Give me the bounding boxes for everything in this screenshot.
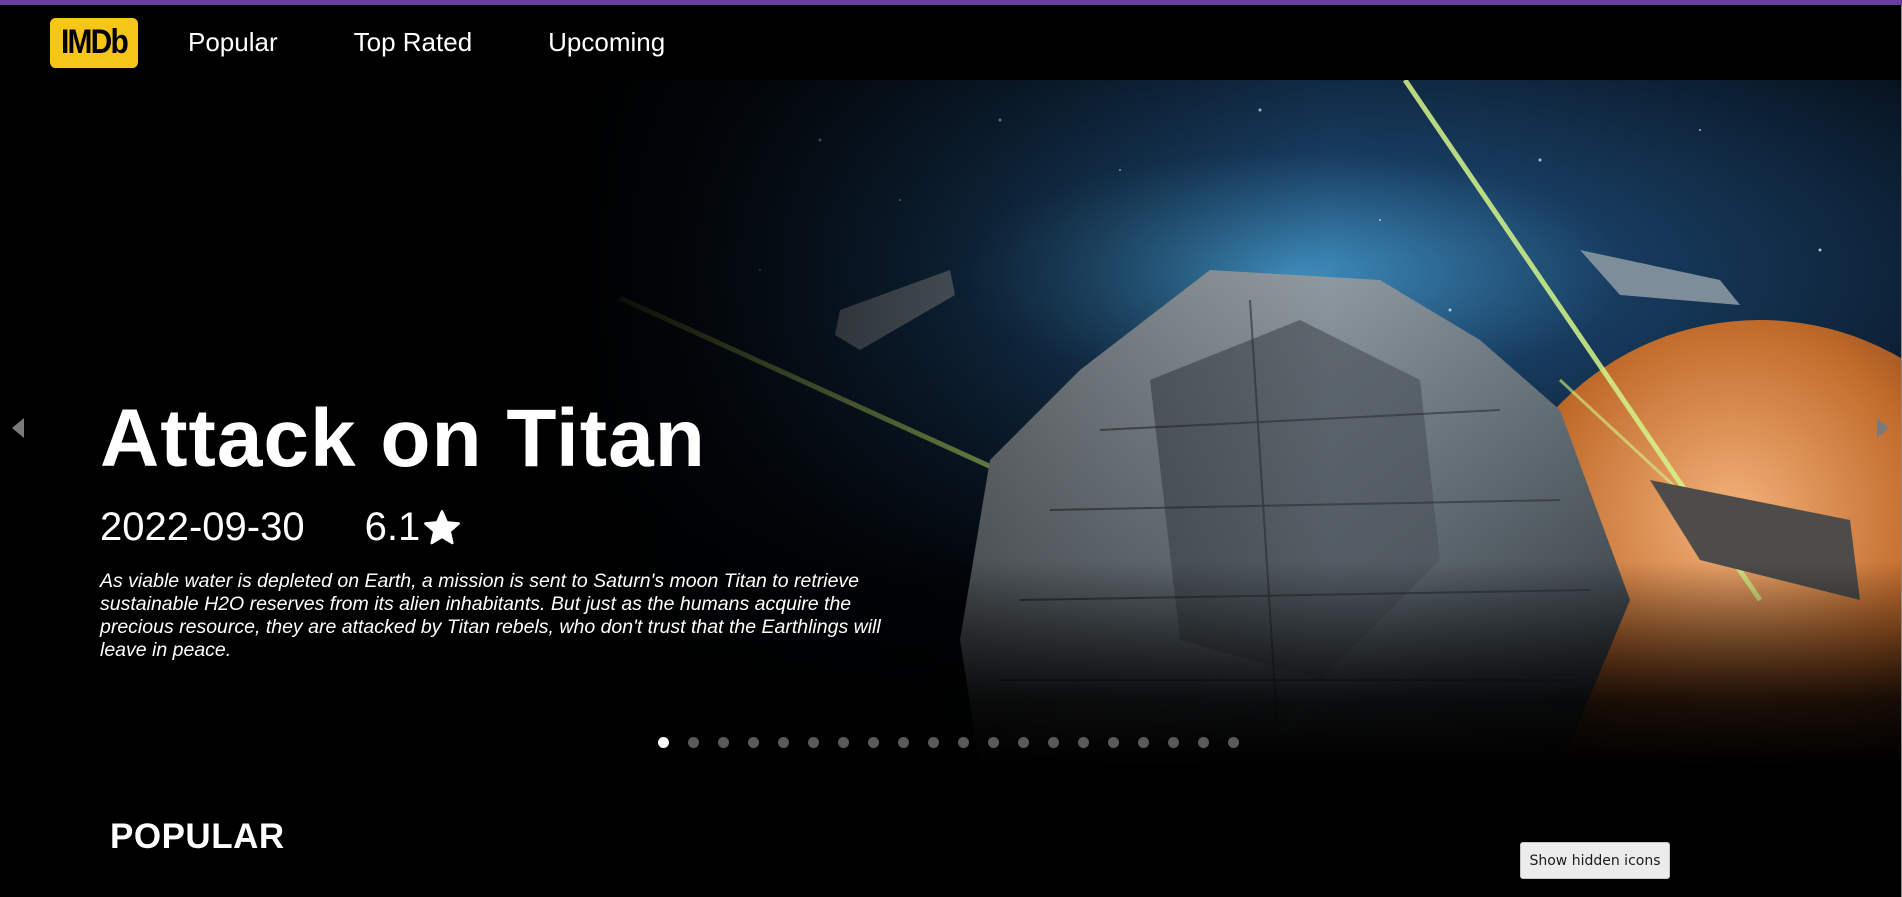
- carousel-dot[interactable]: [1168, 737, 1179, 748]
- carousel-dot[interactable]: [778, 737, 789, 748]
- nav-popular[interactable]: Popular: [188, 27, 278, 58]
- carousel-dot[interactable]: [1108, 737, 1119, 748]
- movie-title: Attack on Titan: [100, 393, 706, 484]
- carousel-dot[interactable]: [748, 737, 759, 748]
- carousel-dot[interactable]: [1048, 737, 1059, 748]
- carousel-dot[interactable]: [898, 737, 909, 748]
- movie-rating: 6.1: [365, 505, 463, 550]
- carousel-dot[interactable]: [1138, 737, 1149, 748]
- nav-upcoming[interactable]: Upcoming: [548, 27, 665, 58]
- star-icon: [424, 509, 461, 544]
- carousel-dot[interactable]: [838, 737, 849, 748]
- site-header: IMDb Popular Top Rated Upcoming: [0, 5, 1901, 80]
- carousel-dot[interactable]: [958, 737, 969, 748]
- movie-overview: As viable water is depleted on Earth, a …: [100, 570, 881, 661]
- carousel-dot[interactable]: [1078, 737, 1089, 748]
- section-title-popular: POPULAR: [110, 817, 285, 856]
- carousel-dot[interactable]: [808, 737, 819, 748]
- carousel-dot[interactable]: [988, 737, 999, 748]
- rating-value: 6.1: [364, 505, 421, 549]
- hero-carousel[interactable]: Attack on Titan 2022-09-30 6.1 As viable…: [0, 80, 1901, 768]
- carousel-indicators: [658, 737, 1258, 748]
- imdb-logo[interactable]: IMDb: [50, 17, 138, 68]
- carousel-dot[interactable]: [1228, 737, 1239, 748]
- carousel-dot[interactable]: [688, 737, 699, 748]
- carousel-next-arrow[interactable]: [1871, 414, 1895, 442]
- carousel-dot[interactable]: [928, 737, 939, 748]
- carousel-dot[interactable]: [718, 737, 729, 748]
- carousel-dot[interactable]: [1018, 737, 1029, 748]
- release-date: 2022-09-30: [100, 505, 305, 549]
- carousel-dot[interactable]: [658, 737, 669, 748]
- carousel-dot[interactable]: [868, 737, 879, 748]
- movie-meta: 2022-09-30 6.1: [100, 505, 462, 550]
- carousel-dot[interactable]: [1198, 737, 1209, 748]
- show-hidden-icons-tooltip: Show hidden icons: [1520, 842, 1670, 879]
- nav-top-rated[interactable]: Top Rated: [354, 27, 473, 58]
- carousel-prev-arrow[interactable]: [6, 414, 30, 442]
